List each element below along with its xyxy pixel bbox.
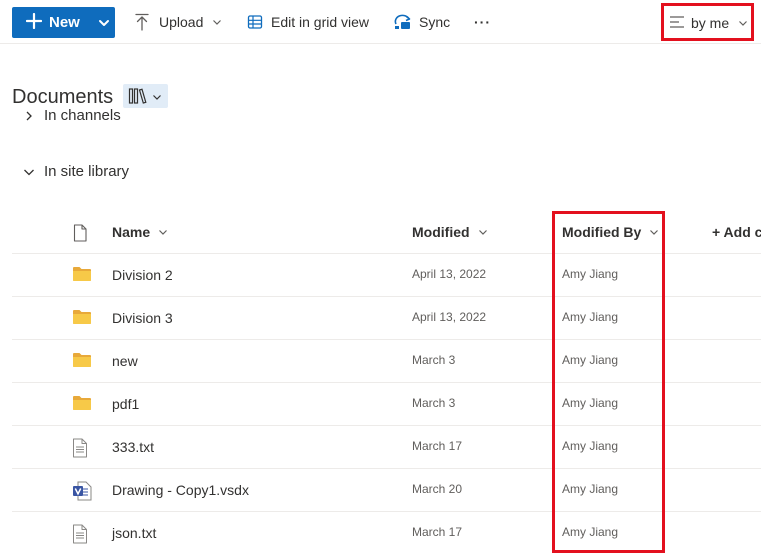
more-actions-button[interactable]: ··· xyxy=(474,0,491,44)
library-icon xyxy=(128,88,147,104)
file-name-link[interactable]: Drawing - Copy1.vsdx xyxy=(112,482,249,498)
modified-date: March 3 xyxy=(412,396,456,410)
chevron-down-icon xyxy=(650,230,659,235)
table-row[interactable]: json.txt March 17 Amy Jiang xyxy=(12,511,761,554)
group-in-channels-label: In channels xyxy=(44,109,121,124)
modified-by-user: Amy Jiang xyxy=(562,267,619,281)
group-in-site-library[interactable]: In site library xyxy=(22,163,129,180)
file-name-link[interactable]: 333.txt xyxy=(112,439,154,455)
chevron-down-icon xyxy=(159,230,168,235)
add-column-button[interactable]: + Add c xyxy=(712,224,761,240)
file-name-link[interactable]: json.txt xyxy=(112,525,156,541)
modified-date: March 17 xyxy=(412,439,463,453)
library-options-button[interactable] xyxy=(123,84,168,108)
view-switcher-label: by me xyxy=(691,15,730,31)
modified-date: April 13, 2022 xyxy=(412,267,487,281)
sync-label: Sync xyxy=(419,14,451,30)
folder-icon xyxy=(72,352,92,373)
upload-button[interactable]: Upload xyxy=(134,0,222,44)
view-switcher-button[interactable]: by me xyxy=(661,3,754,41)
file-name-link[interactable]: Division 3 xyxy=(112,310,173,326)
chevron-down-icon xyxy=(213,20,222,25)
grid-icon xyxy=(247,15,263,29)
table-row[interactable]: 333.txt March 17 Amy Jiang xyxy=(12,425,761,468)
table-row[interactable]: pdf1 March 3 Amy Jiang xyxy=(12,382,761,425)
table-row[interactable]: new March 3 Amy Jiang xyxy=(12,339,761,382)
library-title: Documents xyxy=(12,86,114,108)
modified-date: April 13, 2022 xyxy=(412,310,487,324)
upload-label: Upload xyxy=(159,14,204,30)
modified-date: March 17 xyxy=(412,525,463,539)
visio-file-icon xyxy=(72,481,92,506)
modified-date: March 3 xyxy=(412,353,456,367)
table-row[interactable]: Division 3 April 13, 2022 Amy Jiang xyxy=(12,296,761,339)
upload-icon xyxy=(135,13,149,31)
new-button[interactable]: New xyxy=(12,7,115,38)
file-type-icon[interactable] xyxy=(73,224,87,242)
modified-by-user: Amy Jiang xyxy=(562,396,619,410)
new-button-label: New xyxy=(49,14,80,31)
folder-icon xyxy=(72,309,92,330)
column-header-row: Name Modified Modified By + Add c xyxy=(0,213,761,253)
chevron-down-icon xyxy=(739,21,747,26)
column-header-modified-by[interactable]: Modified By xyxy=(562,224,659,240)
group-in-channels[interactable]: In channels xyxy=(0,109,761,127)
edit-grid-view-label: Edit in grid view xyxy=(271,14,370,30)
table-row[interactable]: Division 2 April 13, 2022 Amy Jiang xyxy=(12,253,761,296)
group-in-site-library-label: In site library xyxy=(44,163,130,180)
column-header-modified-by-label: Modified By xyxy=(562,224,642,240)
file-name-link[interactable]: Division 2 xyxy=(112,267,173,283)
folder-icon xyxy=(72,266,92,287)
list-view-icon xyxy=(670,16,684,28)
chevron-down-icon xyxy=(153,95,161,100)
file-name-link[interactable]: pdf1 xyxy=(112,396,139,412)
sync-icon xyxy=(394,14,411,29)
modified-by-user: Amy Jiang xyxy=(562,353,619,367)
modified-by-user: Amy Jiang xyxy=(562,482,619,496)
modified-by-user: Amy Jiang xyxy=(562,525,619,539)
modified-date: March 20 xyxy=(412,482,463,496)
column-header-modified-label: Modified xyxy=(412,224,470,240)
chevron-right-icon xyxy=(26,111,32,120)
column-header-name[interactable]: Name xyxy=(112,224,168,240)
chevron-down-icon xyxy=(478,230,487,235)
modified-by-user: Amy Jiang xyxy=(562,310,619,324)
text-file-icon xyxy=(72,438,88,463)
plus-icon xyxy=(26,13,42,29)
table-row[interactable]: Drawing - Copy1.vsdx March 20 Amy Jiang xyxy=(12,468,761,511)
chevron-down-icon xyxy=(99,20,109,26)
sync-button[interactable]: Sync xyxy=(393,0,450,44)
column-header-name-label: Name xyxy=(112,224,151,240)
text-file-icon xyxy=(72,524,88,549)
command-bar: New Upload Edit in grid view Sync ··· by… xyxy=(0,0,761,44)
chevron-down-icon xyxy=(24,169,34,175)
file-name-link[interactable]: new xyxy=(112,353,138,369)
folder-icon xyxy=(72,395,92,416)
modified-by-user: Amy Jiang xyxy=(562,439,619,453)
edit-grid-view-button[interactable]: Edit in grid view xyxy=(247,0,369,44)
column-header-modified[interactable]: Modified xyxy=(412,224,488,240)
